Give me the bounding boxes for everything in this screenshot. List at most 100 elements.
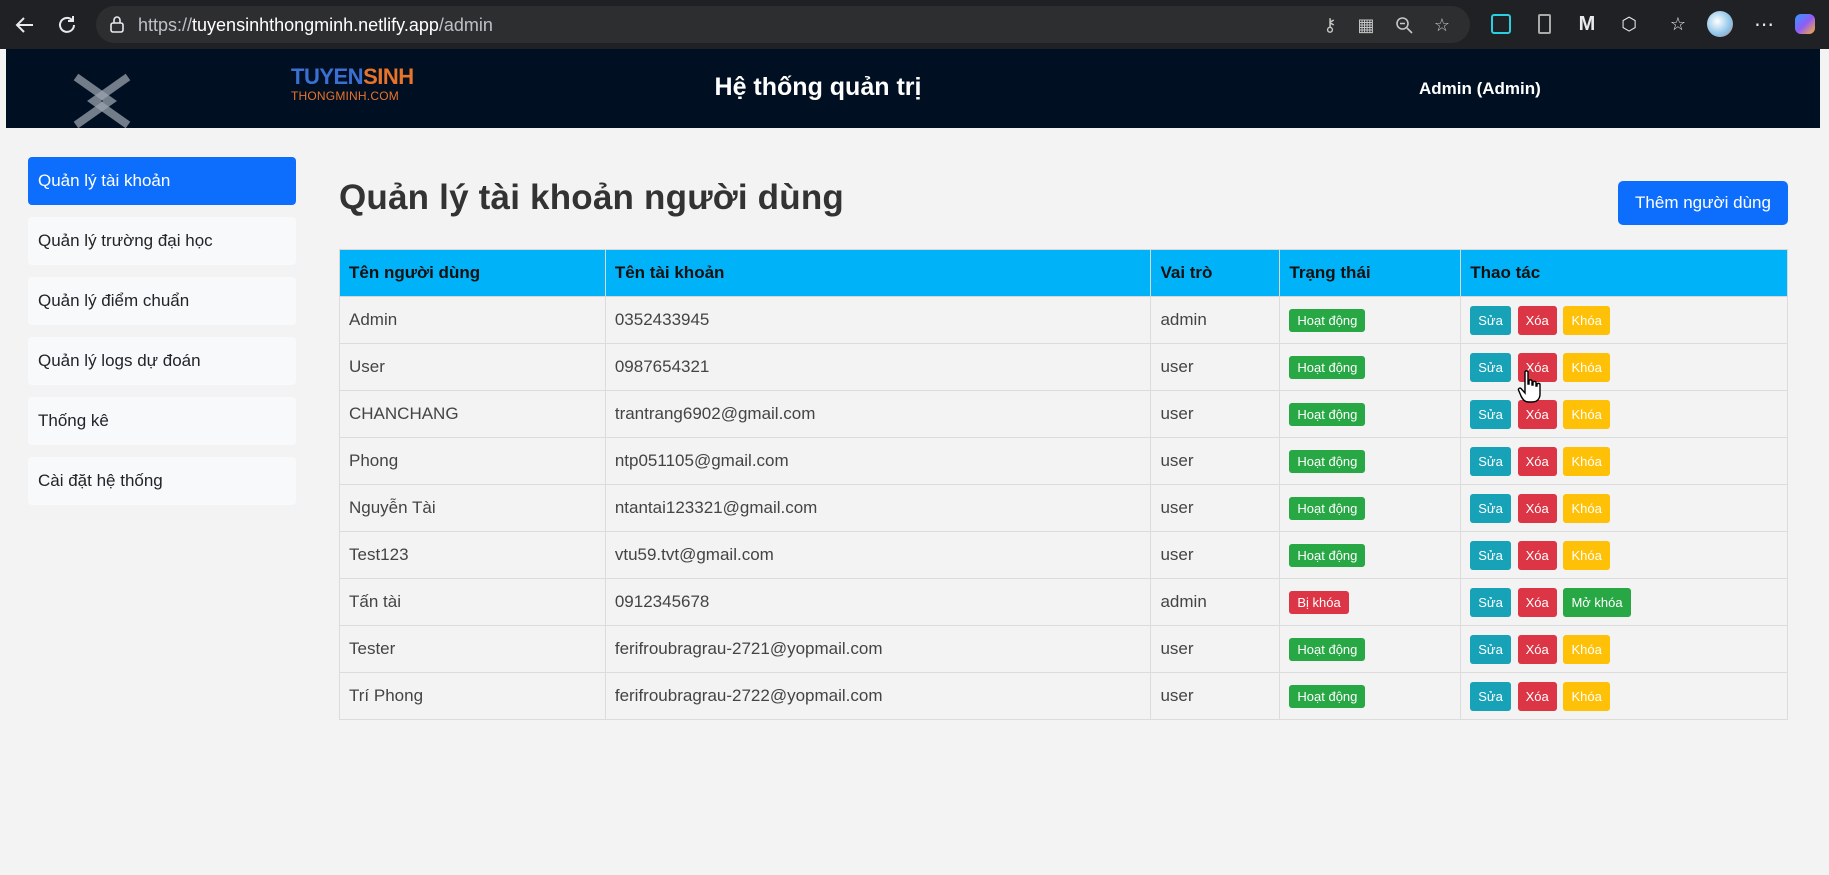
extension-icon[interactable] — [1487, 10, 1515, 38]
current-user[interactable]: Admin (Admin) — [1419, 79, 1541, 99]
phone-icon[interactable] — [1530, 10, 1558, 38]
cell-status: Hoạt động — [1279, 343, 1462, 391]
apps-icon[interactable]: ▦ — [1354, 13, 1378, 37]
sidebar: Quản lý tài khoản Quản lý trường đại học… — [28, 157, 296, 517]
status-badge: Bị khóa — [1289, 590, 1349, 614]
sidebar-item-universities[interactable]: Quản lý trường đại học — [28, 217, 296, 265]
status-badge: Hoạt động — [1289, 402, 1366, 426]
lock-icon — [110, 16, 124, 33]
delete-button[interactable]: Xóa — [1517, 587, 1557, 617]
delete-button[interactable]: Xóa — [1517, 493, 1557, 523]
delete-button[interactable]: Xóa — [1517, 446, 1557, 476]
delete-button[interactable]: Xóa — [1517, 681, 1557, 711]
sidebar-item-benchmarks[interactable]: Quản lý điểm chuẩn — [28, 277, 296, 325]
status-badge: Hoạt động — [1289, 308, 1366, 332]
cell-status: Hoạt động — [1279, 484, 1462, 532]
app-title: Hệ thống quản trị — [714, 73, 922, 101]
column-header-status: Trạng thái — [1279, 249, 1462, 297]
hand-cursor-icon — [1517, 370, 1541, 403]
favorites-icon[interactable]: ☆ — [1664, 10, 1692, 38]
avatar[interactable] — [1706, 10, 1734, 38]
lock-button[interactable]: Khóa — [1563, 352, 1610, 382]
more-icon[interactable]: ⋯ — [1750, 10, 1778, 38]
unlock-button[interactable]: Mở khóa — [1563, 587, 1631, 617]
lock-button[interactable]: Khóa — [1563, 493, 1610, 523]
edit-button[interactable]: Sửa — [1470, 352, 1511, 382]
lock-button[interactable]: Khóa — [1563, 399, 1610, 429]
column-header-account: Tên tài khoản — [604, 249, 1152, 297]
cell-account: ntp051105@gmail.com — [604, 437, 1152, 485]
delete-button[interactable]: Xóa — [1517, 305, 1557, 335]
cell-name: Admin — [339, 296, 606, 344]
sidebar-item-settings[interactable]: Cài đặt hệ thống — [28, 457, 296, 505]
lock-button[interactable]: Khóa — [1563, 681, 1610, 711]
sidebar-item-accounts[interactable]: Quản lý tài khoản — [28, 157, 296, 205]
copilot-icon[interactable] — [1791, 10, 1819, 38]
edit-button[interactable]: Sửa — [1470, 493, 1511, 523]
table-row: Tester ferifroubragrau-2721@yopmail.com us… — [339, 625, 1788, 673]
cell-role: user — [1150, 531, 1281, 579]
cell-actions: Sửa Xóa Khóa — [1460, 625, 1788, 673]
edit-button[interactable]: Sửa — [1470, 305, 1511, 335]
status-badge: Hoạt động — [1289, 543, 1366, 567]
column-header-role: Vai trò — [1150, 249, 1281, 297]
add-user-button[interactable]: Thêm người dùng — [1618, 181, 1788, 225]
cell-status: Bị khóa — [1279, 578, 1462, 626]
cell-actions: Sửa Xóa Khóa — [1460, 484, 1788, 532]
reload-icon[interactable] — [50, 8, 84, 42]
edit-button[interactable]: Sửa — [1470, 446, 1511, 476]
cell-account: ntantai123321@gmail.com — [604, 484, 1152, 532]
cell-role: user — [1150, 484, 1281, 532]
edit-button[interactable]: Sửa — [1470, 681, 1511, 711]
cell-account: 0352433945 — [604, 296, 1152, 344]
edit-button[interactable]: Sửa — [1470, 540, 1511, 570]
delete-button[interactable]: Xóa — [1517, 540, 1557, 570]
cell-name: User — [339, 343, 606, 391]
cell-actions: Sửa Xóa Khóa — [1460, 531, 1788, 579]
cell-actions: Sửa Xóa Khóa — [1460, 296, 1788, 344]
edit-button[interactable]: Sửa — [1470, 587, 1511, 617]
cell-status: Hoạt động — [1279, 672, 1462, 720]
lock-button[interactable]: Khóa — [1563, 446, 1610, 476]
cell-account: ferifroubragrau-2721@yopmail.com — [604, 625, 1152, 673]
delete-button[interactable]: Xóa — [1517, 634, 1557, 664]
cell-name: Phong — [339, 437, 606, 485]
table-row: Tấn tài 0912345678 admin Bị khóa Sửa Xóa Mở … — [339, 578, 1788, 626]
column-header-name: Tên người dùng — [339, 249, 606, 297]
cell-account: vtu59.tvt@gmail.com — [604, 531, 1152, 579]
lock-button[interactable]: Khóa — [1563, 634, 1610, 664]
cell-role: admin — [1150, 578, 1281, 626]
cell-name: Tester — [339, 625, 606, 673]
cell-role: user — [1150, 625, 1281, 673]
cell-name: Trí Phong — [339, 672, 606, 720]
edit-button[interactable]: Sửa — [1470, 634, 1511, 664]
status-badge: Hoạt động — [1289, 684, 1366, 708]
cell-role: user — [1150, 343, 1281, 391]
table-row: Nguyễn Tài ntantai123321@gmail.com user Hoạ… — [339, 484, 1788, 532]
cell-actions: Sửa Xóa Khóa — [1460, 390, 1788, 438]
column-header-actions: Thao tác — [1460, 249, 1788, 297]
lock-button[interactable]: Khóa — [1563, 540, 1610, 570]
table-row: Phong ntp051105@gmail.com user Hoạt động Sửa… — [339, 437, 1788, 485]
back-icon[interactable] — [8, 8, 42, 42]
cell-account: 0987654321 — [604, 343, 1152, 391]
sidebar-item-statistics[interactable]: Thống kê — [28, 397, 296, 445]
lock-button[interactable]: Khóa — [1563, 305, 1610, 335]
app-header: TUYENSINH THONGMINH.COM Hệ thống quản tr… — [6, 49, 1820, 129]
cell-account: ferifroubragrau-2722@yopmail.com — [604, 672, 1152, 720]
status-badge: Hoạt động — [1289, 496, 1366, 520]
browser-toolbar: https://tuyensinhthongminh.netlify.app/a… — [0, 0, 1829, 49]
status-badge: Hoạt động — [1289, 637, 1366, 661]
cell-role: user — [1150, 390, 1281, 438]
edit-button[interactable]: Sửa — [1470, 399, 1511, 429]
status-badge: Hoạt động — [1289, 449, 1366, 473]
star-icon[interactable]: ☆ — [1430, 13, 1454, 37]
m-extension-icon[interactable]: M — [1573, 10, 1601, 38]
zoom-icon[interactable] — [1392, 13, 1416, 37]
cell-actions: Sửa Xóa Khóa — [1460, 437, 1788, 485]
sidebar-item-prediction-logs[interactable]: Quản lý logs dự đoán — [28, 337, 296, 385]
puzzle-icon[interactable]: ⬡ — [1615, 10, 1643, 38]
cell-status: Hoạt động — [1279, 531, 1462, 579]
key-icon[interactable]: ⚷ — [1318, 13, 1342, 37]
address-bar[interactable]: https://tuyensinhthongminh.netlify.app/a… — [96, 6, 1470, 43]
